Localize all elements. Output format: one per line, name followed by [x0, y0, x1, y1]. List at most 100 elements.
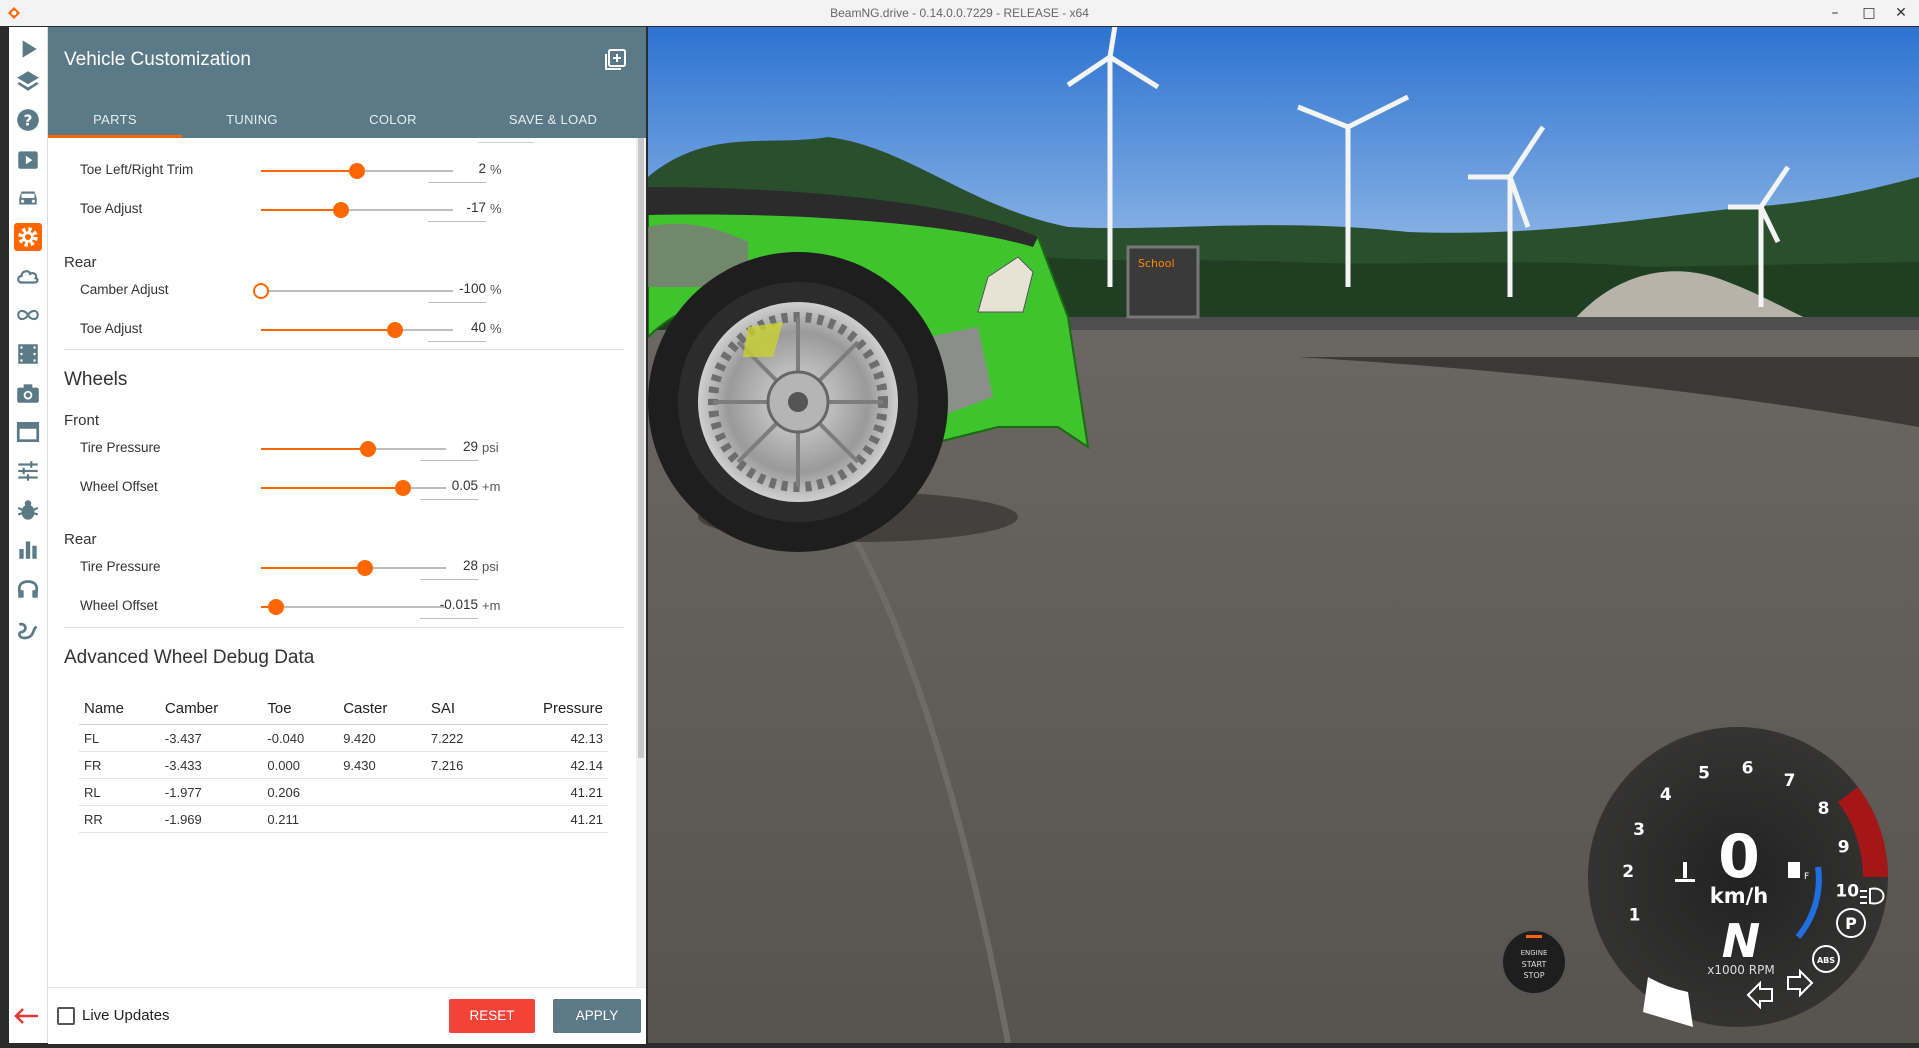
setting-value-input[interactable]: 29	[420, 434, 478, 461]
tuning-content[interactable]: Toe Left/Right Trim 2% Toe Adjust -17% Rear…	[48, 138, 646, 988]
main-toolbar: ?	[9, 27, 48, 1043]
setting-unit: %	[490, 162, 502, 177]
speed-readout: 0	[1718, 822, 1760, 892]
play-icon[interactable]	[14, 35, 42, 63]
rpm-tick-label: 8	[1818, 799, 1830, 819]
film-icon[interactable]	[14, 340, 42, 368]
tab-save-load[interactable]: SAVE & LOAD	[464, 107, 642, 138]
debug-table: Name Camber Toe Caster SAI Pressure FL -3.437-…	[79, 693, 608, 833]
car-icon[interactable]	[14, 184, 42, 212]
setting-slider[interactable]	[253, 283, 453, 299]
video-icon[interactable]	[14, 145, 42, 173]
setting-label: Toe Left/Right Trim	[80, 162, 194, 177]
debug-cell	[338, 778, 426, 806]
slider-fill	[261, 209, 341, 211]
panel-title: Vehicle Customization	[64, 49, 251, 70]
debug-cell	[425, 778, 495, 806]
setting-slider[interactable]	[261, 322, 453, 338]
table-row: RR -1.969 0.211 41.21	[79, 805, 608, 833]
slider-thumb[interactable]	[356, 560, 373, 576]
svg-text:ABS: ABS	[1817, 956, 1835, 965]
route-icon[interactable]	[14, 617, 42, 645]
tab-parts[interactable]: PARTS	[48, 107, 182, 138]
slider-thumb[interactable]	[387, 322, 404, 338]
setting-value-input[interactable]: -100	[428, 276, 486, 303]
cloud-icon[interactable]	[14, 262, 42, 290]
panel-scroll-thumb[interactable]	[638, 138, 644, 758]
debug-cell: 9.420	[338, 724, 426, 752]
slider-thumb[interactable]	[267, 599, 284, 615]
slider-fill	[261, 487, 404, 489]
setting-value-input[interactable]: -17	[428, 195, 486, 222]
debug-column-header: Pressure	[494, 693, 608, 725]
debug-cell: 9.430	[338, 751, 426, 779]
debug-cell: FL	[79, 724, 160, 752]
slider-thumb[interactable]	[332, 202, 349, 218]
infinity-icon[interactable]	[14, 301, 42, 329]
debug-cell: -3.437	[159, 724, 263, 752]
debug-cell: RL	[79, 778, 160, 806]
rpm-tick-label: 5	[1698, 763, 1710, 783]
sliders-icon[interactable]	[14, 457, 42, 485]
setting-value-input[interactable]: 0.05	[420, 473, 478, 500]
setting-value-input[interactable]: 40	[428, 315, 486, 342]
debug-cell: 41.21	[494, 778, 608, 806]
setting-row: Toe Adjust 40%	[48, 311, 636, 347]
table-row: RL -1.977 0.206 41.21	[79, 778, 608, 806]
close-button[interactable]: ✕	[1878, 0, 1919, 26]
setting-unit: %	[490, 282, 502, 297]
gear-icon[interactable]	[14, 223, 42, 251]
setting-value-input[interactable]: -0.015	[420, 592, 478, 619]
slider-thumb[interactable]	[349, 163, 365, 179]
wheels-rear-label: Rear	[64, 531, 97, 548]
setting-value-input[interactable]: 28	[420, 553, 478, 580]
reset-button[interactable]: RESET	[449, 999, 535, 1033]
game-viewport[interactable]: School ENGINE START STOP 1 2 3 4 5 6 7 8…	[648, 27, 1919, 1043]
camera-icon[interactable]	[14, 379, 42, 407]
debug-cell: RR	[79, 805, 160, 833]
help-icon[interactable]: ?	[14, 106, 42, 134]
debug-cell: -1.969	[159, 805, 263, 833]
layers-icon[interactable]	[14, 67, 42, 95]
tab-color[interactable]: COLOR	[322, 107, 464, 138]
apply-button[interactable]: APPLY	[553, 999, 641, 1033]
debug-cell: 0.206	[262, 778, 339, 806]
debug-column-header: Toe	[262, 693, 339, 725]
window-title: BeamNG.drive - 0.14.0.0.7229 - RELEASE -…	[830, 6, 1089, 20]
slider-fill	[261, 170, 357, 172]
add-config-icon[interactable]	[604, 49, 626, 71]
setting-slider[interactable]	[261, 599, 446, 615]
table-row: FL -3.437 -0.040 9.420 7.222 42.13	[79, 724, 608, 752]
debug-cell: 7.216	[425, 751, 495, 779]
live-updates-label: Live Updates	[82, 1007, 170, 1024]
scene-render: School ENGINE START STOP 12345 678910 0 …	[648, 27, 1919, 1043]
rpm-tick-label: 9	[1838, 838, 1850, 858]
svg-text:P: P	[1845, 914, 1857, 933]
tab-tuning[interactable]: TUNING	[182, 107, 322, 138]
engine-label: ENGINE	[1521, 949, 1548, 957]
headphones-icon[interactable]	[14, 574, 42, 602]
bug-icon[interactable]	[14, 496, 42, 524]
setting-unit: +m	[482, 598, 501, 613]
rpm-tick-label: 2	[1622, 862, 1634, 882]
setting-label: Wheel Offset	[80, 598, 158, 613]
setting-slider[interactable]	[261, 560, 446, 576]
slider-thumb[interactable]	[395, 480, 412, 496]
window-icon[interactable]	[14, 418, 42, 446]
setting-slider[interactable]	[261, 163, 453, 179]
setting-slider[interactable]	[261, 441, 446, 457]
slider-thumb[interactable]	[253, 283, 269, 299]
back-arrow-icon[interactable]	[12, 1006, 40, 1026]
setting-unit: psi	[482, 559, 499, 574]
live-updates-checkbox[interactable]	[57, 1007, 75, 1025]
table-row: FR -3.433 0.000 9.430 7.216 42.14	[79, 751, 608, 779]
debug-cell	[425, 805, 495, 833]
setting-value-input[interactable]: 2	[428, 156, 486, 183]
rpm-tick-label: 1	[1629, 906, 1641, 926]
debug-cell: 42.13	[494, 724, 608, 752]
setting-slider[interactable]	[261, 202, 453, 218]
setting-slider[interactable]	[261, 480, 446, 496]
setting-unit: %	[490, 201, 502, 216]
chart-icon[interactable]	[14, 535, 42, 563]
slider-thumb[interactable]	[360, 441, 377, 457]
